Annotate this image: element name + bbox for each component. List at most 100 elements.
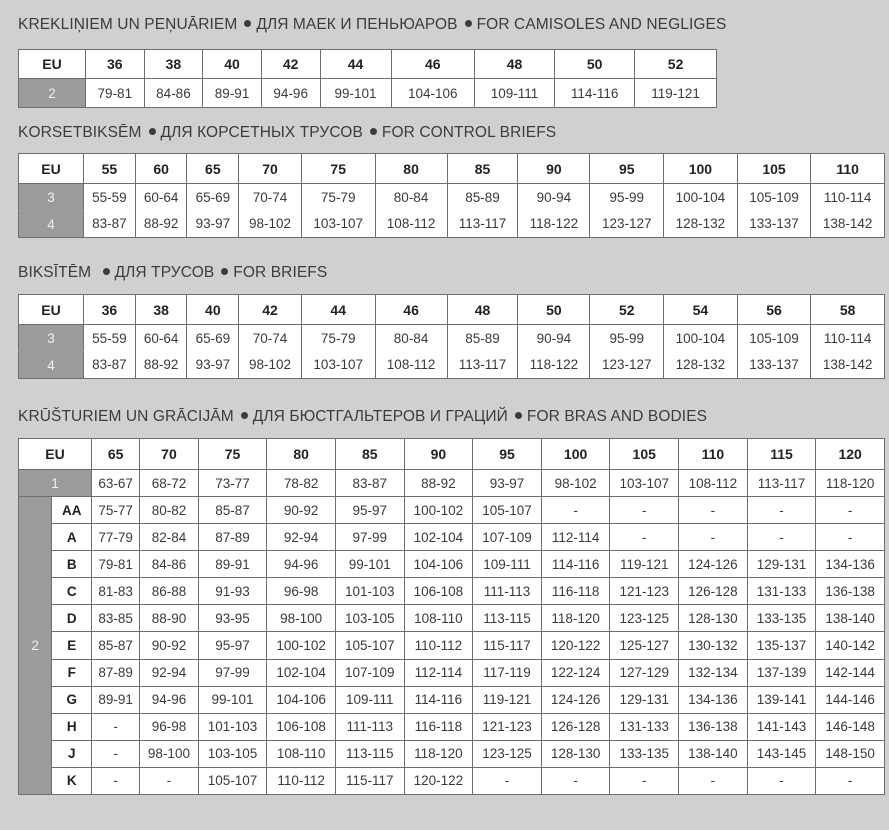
measure-cell: 91-93	[197, 577, 268, 606]
size-header-cell: 44	[319, 49, 392, 79]
measure-cell: -	[90, 766, 141, 796]
table-row: 2 79-81 84-86 89-91 94-96 99-101 104-106 109-11…	[18, 78, 717, 108]
table-row: 3 55-59 60-64 65-69 70-74 75-79 80-84 85-89 90-9…	[18, 183, 885, 211]
camisoles-title: KREKLIŅIEM UN PEŅUĀRIEM ДЛЯ МАЕК И ПЕНЬЮА…	[18, 16, 726, 34]
size-header-cell: 85	[334, 438, 405, 470]
bullet-icon	[514, 412, 522, 420]
measure-cell: -	[472, 766, 542, 796]
measure-cell: 104-106	[266, 685, 336, 714]
row-label-cell: 4	[18, 210, 84, 238]
measure-cell: 98-100	[139, 739, 199, 768]
measure-cell: 98-102	[540, 469, 611, 497]
cup-letter-cell: C	[51, 577, 92, 606]
measure-cell: 114-116	[403, 685, 474, 714]
measure-cell: 95-99	[589, 324, 665, 352]
size-header-cell: 70	[238, 153, 302, 184]
measure-cell: 90-92	[266, 495, 336, 525]
bras-title-ru: ДЛЯ БЮСТГАЛЬТЕРОВ И ГРАЦИЙ	[252, 408, 508, 425]
measure-cell: 110-112	[266, 766, 336, 796]
measure-cell: 119-121	[634, 78, 717, 108]
measure-cell: 137-139	[746, 658, 817, 687]
measure-cell: 114-116	[554, 78, 636, 108]
size-header-cell: 46	[374, 294, 448, 325]
measure-cell: 115-117	[472, 631, 542, 660]
measure-cell: 140-142	[815, 631, 885, 660]
measure-cell: 65-69	[186, 324, 240, 352]
row-label-cell: 3	[18, 324, 84, 352]
measure-cell: 118-120	[403, 739, 474, 768]
measure-cell: 110-114	[810, 183, 885, 211]
header-row: EU 36 38 40 42 44 46 48 50 52	[18, 49, 717, 79]
table-row: 2 AA 75-77 80-82 85-87 90-92 95-97 100-102 105-1…	[17, 495, 885, 796]
measure-cell: 70-74	[238, 183, 302, 211]
size-header-cell: 52	[589, 294, 665, 325]
table-row: F 87-89 92-94 97-99 102-104 107-109 112-114 117…	[19, 658, 885, 687]
measure-cell: 124-126	[540, 685, 611, 714]
size-header-cell: 65	[90, 438, 141, 470]
measure-cell: -	[90, 712, 141, 741]
measure-cell: 116-118	[540, 577, 611, 606]
size-header-cell: 95	[589, 153, 665, 184]
measure-cell: 101-103	[334, 577, 405, 606]
measure-cell: 99-101	[334, 550, 405, 579]
measure-cell: 121-123	[609, 577, 680, 606]
cup-letter-cell: F	[51, 658, 92, 687]
cup-letter-cell: H	[51, 712, 92, 741]
measure-cell: 111-113	[472, 577, 542, 606]
measure-cell: 97-99	[334, 523, 405, 552]
cup-letter-cell: G	[51, 685, 92, 714]
measure-cell: 75-79	[300, 324, 376, 352]
size-header-cell: 60	[134, 153, 188, 184]
measure-cell: 105-107	[472, 495, 542, 525]
measure-cell: -	[540, 766, 611, 796]
measure-cell: -	[815, 523, 885, 552]
measure-cell: -	[609, 523, 680, 552]
measure-cell: 104-106	[403, 550, 474, 579]
measure-cell: 118-122	[517, 210, 591, 238]
measure-cell: 107-109	[472, 523, 542, 552]
measure-cell: 108-110	[266, 739, 336, 768]
measure-cell: 112-114	[540, 523, 611, 552]
size-header-cell: 105	[609, 438, 680, 470]
control-briefs-title-ru: ДЛЯ КОРСЕТНЫХ ТРУСОВ	[160, 124, 363, 141]
measure-cell: 132-134	[678, 658, 748, 687]
measure-cell: 144-146	[815, 685, 885, 714]
measure-cell: 77-79	[90, 523, 141, 552]
size-header-cell: 85	[446, 153, 519, 184]
measure-cell: 112-114	[403, 658, 474, 687]
size-header-cell: 95	[472, 438, 542, 470]
group-label-cell: 2	[17, 495, 53, 796]
measure-cell: 126-128	[678, 577, 748, 606]
measure-cell: 138-140	[815, 604, 885, 633]
measure-cell: 100-102	[266, 631, 336, 660]
measure-cell: 96-98	[139, 712, 199, 741]
measure-cell: 109-111	[472, 550, 542, 579]
measure-cell: 131-133	[746, 577, 817, 606]
measure-cell: 117-119	[472, 658, 542, 687]
measure-cell: 85-87	[197, 495, 268, 525]
cup-letter-cell: E	[51, 631, 92, 660]
measure-cell: 89-91	[90, 685, 141, 714]
measure-cell: 88-92	[134, 351, 188, 379]
row-label-cell: 4	[18, 351, 84, 379]
measure-cell: 118-120	[540, 604, 611, 633]
size-header-cell: 115	[746, 438, 817, 470]
size-header-cell: 90	[517, 153, 591, 184]
measure-cell: 113-115	[334, 739, 405, 768]
size-header-cell: 58	[810, 294, 885, 325]
measure-cell: 105-109	[736, 183, 812, 211]
bras-title: KRŪŠTURIEM UN GRĀCIJĀM ДЛЯ БЮСТГАЛЬТЕРОВ …	[18, 408, 707, 426]
size-header-cell: 56	[736, 294, 812, 325]
table-row: D 83-85 88-90 93-95 98-100 103-105 108-110 113-…	[19, 604, 885, 633]
measure-cell: 86-88	[139, 577, 199, 606]
measure-cell: 78-82	[266, 469, 336, 497]
measure-cell: 75-79	[300, 183, 376, 211]
measure-cell: -	[609, 766, 680, 796]
measure-cell: 85-87	[90, 631, 141, 660]
measure-cell: 126-128	[540, 712, 611, 741]
table-row: 1 63-67 68-72 73-77 78-82 83-87 88-92 93-97 98-1…	[18, 469, 885, 497]
bullet-icon	[244, 20, 252, 28]
measure-cell: 113-117	[746, 469, 817, 497]
measure-cell: 101-103	[197, 712, 268, 741]
measure-cell: 129-131	[746, 550, 817, 579]
